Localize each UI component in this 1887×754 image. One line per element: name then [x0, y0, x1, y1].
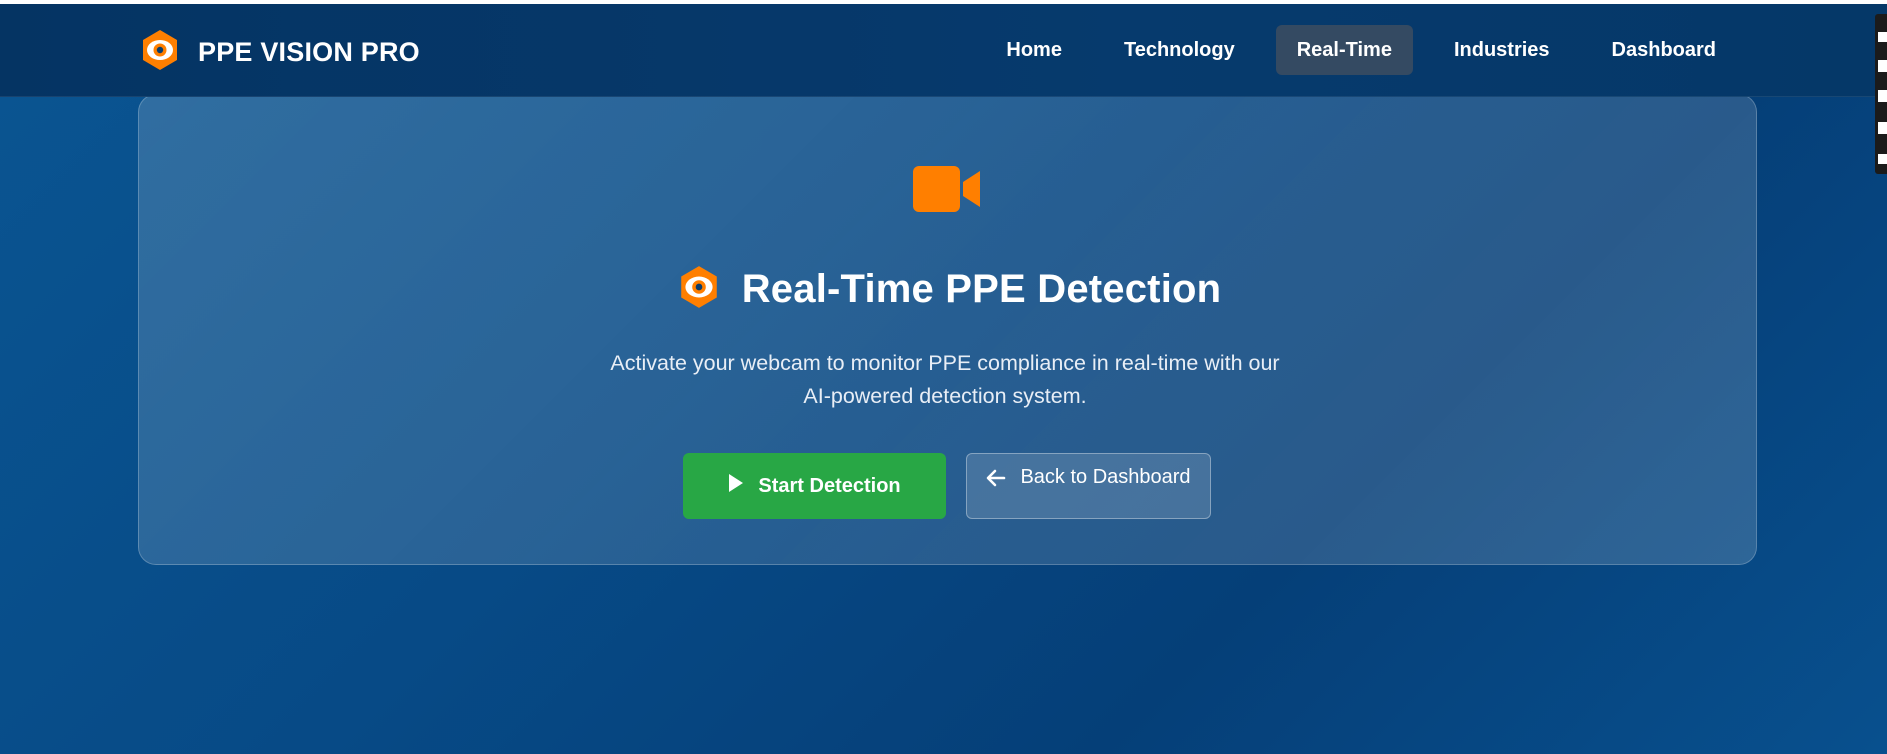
extension-icon[interactable] [1878, 90, 1887, 102]
nav-real-time[interactable]: Real-Time [1275, 25, 1413, 75]
top-navbar: PPE VISION PRO Home Technology Real-Time… [0, 4, 1887, 97]
main-nav: Home Technology Real-Time Industries Das… [985, 25, 1737, 75]
nav-dashboard[interactable]: Dashboard [1591, 25, 1737, 75]
brand[interactable]: PPE VISION PRO [138, 28, 420, 77]
extension-icon[interactable] [1878, 154, 1887, 164]
extension-icon[interactable] [1878, 60, 1887, 72]
start-detection-label: Start Detection [758, 474, 901, 497]
extension-icon[interactable] [1878, 122, 1887, 134]
nav-home[interactable]: Home [985, 25, 1083, 75]
subtitle-line-2: AI-powered detection system. [803, 384, 1087, 408]
brand-logo-icon [138, 28, 182, 77]
page-title: Real-Time PPE Detection [741, 267, 1222, 311]
back-to-dashboard-label: Back to Dashboard [1020, 466, 1191, 488]
nav-industries[interactable]: Industries [1433, 25, 1571, 75]
start-detection-button[interactable]: Start Detection [683, 453, 946, 519]
ppe-eye-icon [676, 264, 722, 315]
title-row: Real-Time PPE Detection [0, 264, 1887, 315]
brand-name: PPE VISION PRO [198, 36, 420, 67]
back-to-dashboard-button[interactable]: Back to Dashboard [966, 453, 1211, 519]
page-background: PPE VISION PRO Home Technology Real-Time… [0, 4, 1887, 754]
video-camera-icon [912, 165, 982, 218]
play-icon [728, 473, 744, 499]
browser-extension-strip [1875, 14, 1887, 174]
subtitle-line-1: Activate your webcam to monitor PPE comp… [610, 351, 1280, 375]
arrow-left-icon [986, 469, 1006, 493]
extension-icon[interactable] [1878, 32, 1887, 42]
nav-technology[interactable]: Technology [1103, 25, 1256, 75]
page-subtitle: Activate your webcam to monitor PPE comp… [560, 347, 1330, 413]
